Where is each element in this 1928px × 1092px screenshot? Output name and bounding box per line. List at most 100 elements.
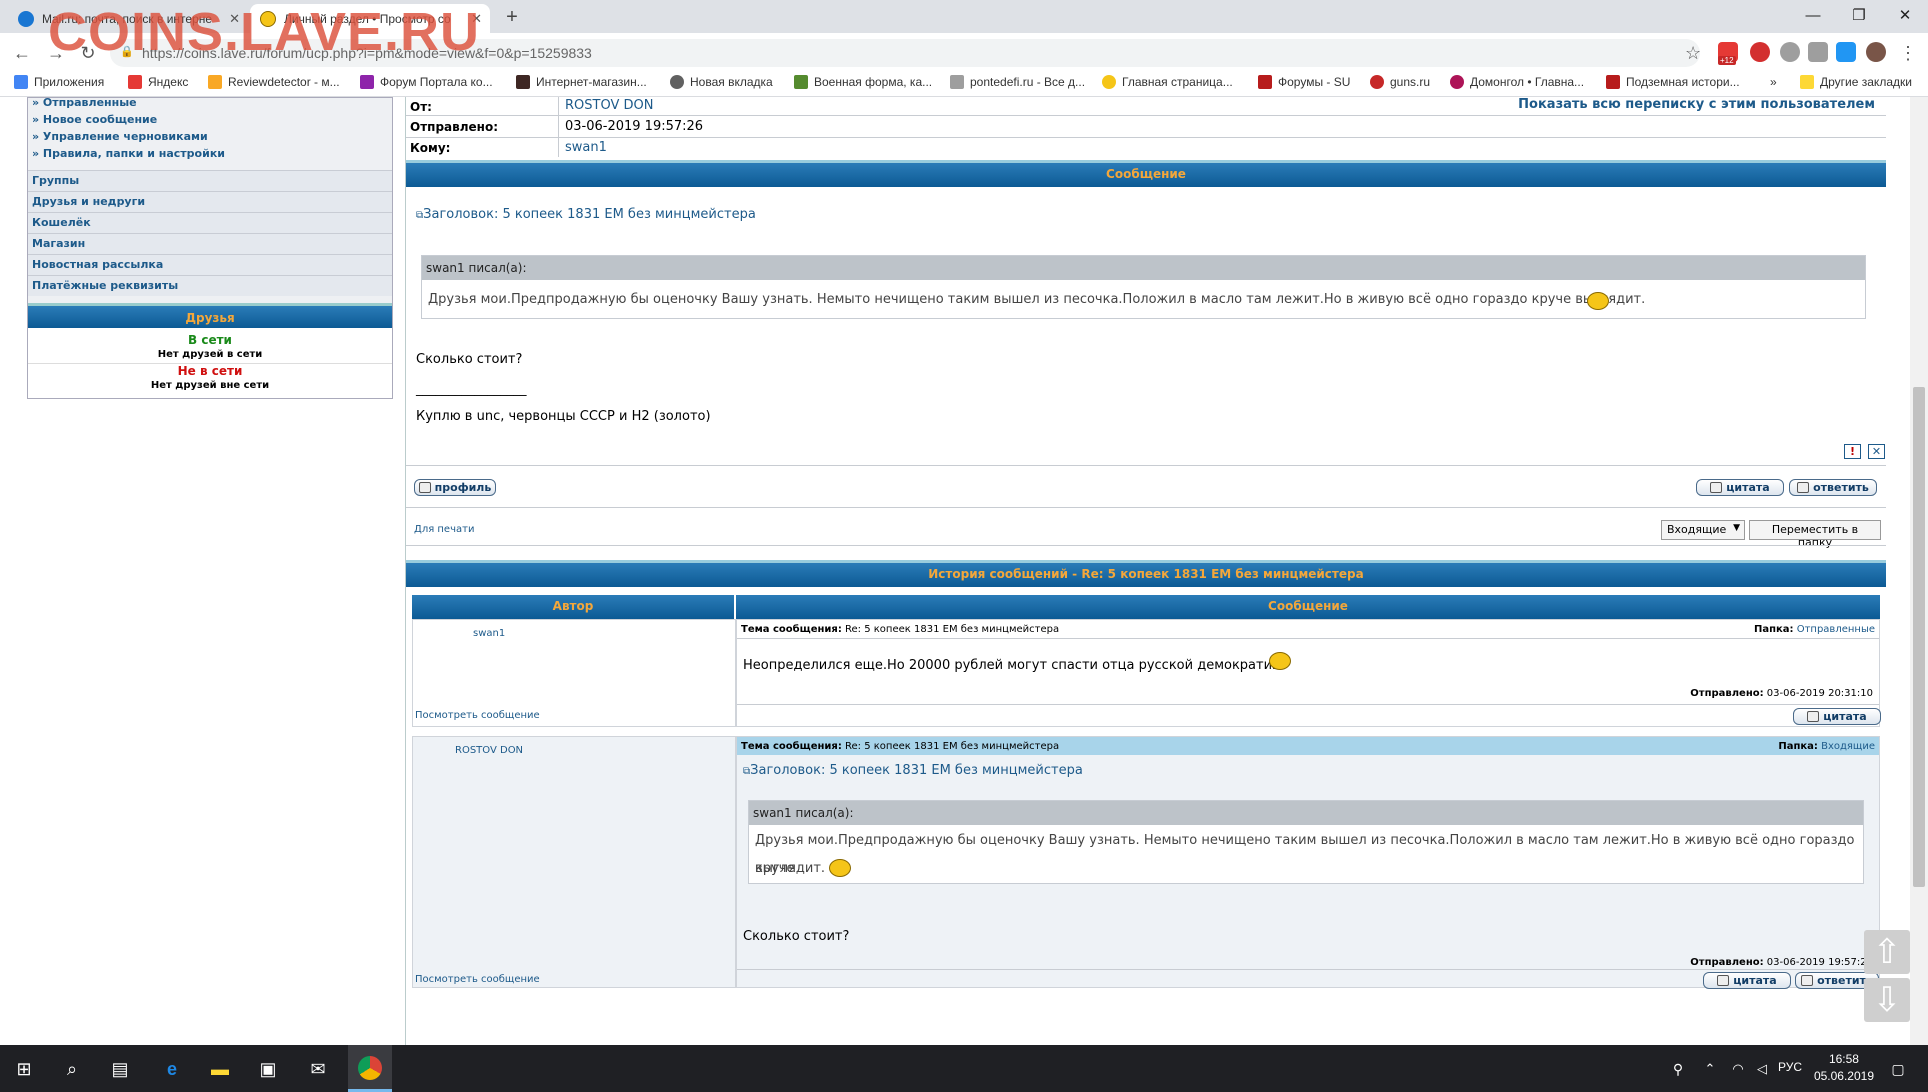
delete-button[interactable]: ✕: [1868, 444, 1885, 459]
bookmarks-more-chevron[interactable]: »: [1770, 75, 1777, 89]
friends-offline-label: Не в сети: [177, 364, 243, 378]
sidebar-link-drafts[interactable]: » Управление черновиками: [32, 130, 208, 143]
yandex-icon: [128, 75, 142, 89]
bookmark-forums-su[interactable]: Форумы - SU: [1258, 75, 1350, 89]
bookmark-label: Форум Портала ко...: [380, 75, 493, 89]
sidebar-item-groups[interactable]: Группы: [28, 170, 392, 191]
view-message-link[interactable]: Посмотреть сообщение: [415, 710, 540, 721]
sync-icon[interactable]: [1808, 42, 1828, 62]
bookmark-apps[interactable]: Приложения: [14, 75, 104, 89]
message-body: Сколько стоит?: [416, 352, 523, 367]
sidebar-item-shop[interactable]: Магазин: [28, 233, 392, 254]
volume-icon[interactable]: ◁: [1750, 1057, 1774, 1081]
scrollbar-thumb[interactable]: [1913, 387, 1925, 887]
bookmark-new-tab[interactable]: Новая вкладка: [670, 75, 773, 89]
quote-button[interactable]: цитата: [1793, 708, 1881, 725]
report-button[interactable]: !: [1844, 444, 1861, 459]
bookmark-underground[interactable]: Подземная истори...: [1606, 75, 1740, 89]
sidebar-item-payment[interactable]: Платёжные реквизиты: [28, 275, 392, 296]
friends-panel: В сети Нет друзей в сети Не в сети Нет д…: [28, 328, 392, 398]
divider: [406, 545, 1886, 546]
scroll-up-button[interactable]: ⇧: [1864, 930, 1910, 974]
history-author-link[interactable]: ROSTOV DON: [455, 745, 523, 756]
chevron-up-icon[interactable]: ⌃: [1698, 1057, 1722, 1081]
friends-offline-empty: Нет друзей вне сети: [150, 380, 270, 391]
bookmark-yandex[interactable]: Яндекс: [128, 75, 188, 89]
quote-icon: [1710, 482, 1723, 493]
system-clock[interactable]: 16:58 05.06.2019: [1814, 1051, 1874, 1085]
chrome-menu-icon[interactable]: ⋮: [1896, 41, 1920, 65]
page-scrollbar[interactable]: [1910, 97, 1928, 1045]
sidebar-link-rules[interactable]: » Правила, папки и настройки: [32, 147, 225, 160]
underground-icon: [1606, 75, 1620, 89]
bookmark-label: pontedefi.ru - Все д...: [970, 75, 1086, 89]
folder-link[interactable]: Входящие: [1821, 741, 1875, 752]
bookmark-main-page[interactable]: Главная страница...: [1102, 75, 1233, 89]
sent-value: 03-06-2019 20:31:10: [1766, 688, 1873, 699]
task-view-icon[interactable]: ▤: [108, 1057, 132, 1081]
bookmark-forum-portal[interactable]: Форум Портала ко...: [360, 75, 493, 89]
move-to-folder-button[interactable]: Переместить в папку: [1749, 520, 1881, 549]
profile-icon: [418, 482, 431, 493]
main-content: От: ROSTOV DON Показать всю переписку с …: [405, 97, 1886, 1045]
person-icon[interactable]: ⚲: [1666, 1057, 1690, 1081]
clock-date: 05.06.2019: [1813, 1069, 1874, 1083]
quote-text: Друзья мои.Предпродажную бы оценочку Ваш…: [428, 292, 1646, 307]
notifications-icon[interactable]: ▢: [1886, 1057, 1910, 1081]
mail-icon[interactable]: ✉: [306, 1057, 330, 1081]
bookmark-pontedefi[interactable]: pontedefi.ru - Все д...: [950, 75, 1085, 89]
folder-select[interactable]: Входящие ▼: [1661, 520, 1745, 540]
maximize-button[interactable]: ❐: [1836, 3, 1882, 29]
sidebar-item-friends-foes[interactable]: Друзья и недруги: [28, 191, 392, 212]
sidebar-link-new-message[interactable]: » Новое сообщение: [32, 113, 157, 126]
quote-button[interactable]: цитата: [1696, 479, 1784, 496]
profile-button[interactable]: профиль: [414, 479, 496, 496]
bookmark-reviewdetector[interactable]: Reviewdetector - м...: [208, 75, 340, 89]
print-link[interactable]: Для печати: [414, 524, 474, 535]
send-icon[interactable]: [1836, 42, 1856, 62]
smiley-icon: [829, 859, 851, 877]
to-user-link[interactable]: swan1: [565, 140, 607, 155]
scroll-down-button[interactable]: ⇩: [1864, 978, 1910, 1022]
folder-link[interactable]: Отправленные: [1797, 624, 1875, 635]
file-explorer-icon[interactable]: ▬: [208, 1057, 232, 1081]
search-icon[interactable]: ⌕: [60, 1057, 84, 1081]
folder-line: Папка: Отправленные: [1754, 624, 1875, 635]
history-author-link[interactable]: swan1: [473, 628, 505, 639]
bookmark-other[interactable]: Другие закладки: [1800, 75, 1912, 89]
opera-vpn-icon[interactable]: [1750, 42, 1770, 62]
windows-start-icon[interactable]: ⊞: [12, 1057, 36, 1081]
profile-avatar[interactable]: [1866, 42, 1886, 62]
chrome-taskbar-button[interactable]: [348, 1045, 392, 1092]
bookmark-shop[interactable]: Интернет-магазин...: [516, 75, 647, 89]
smiley-icon: [1269, 652, 1291, 670]
from-user-link[interactable]: ROSTOV DON: [565, 98, 653, 113]
network-icon[interactable]: ◠: [1726, 1057, 1750, 1081]
message-subject-link[interactable]: ⧉Заголовок: 5 копеек 1831 ЕМ без минцмей…: [416, 207, 756, 222]
bookmark-star-icon[interactable]: ☆: [1685, 43, 1701, 64]
new-tab-button[interactable]: +: [500, 6, 524, 30]
close-window-button[interactable]: ✕: [1882, 3, 1928, 29]
topic-line: Тема сообщения: Re: 5 копеек 1831 ЕМ без…: [741, 741, 1059, 752]
skype-icon[interactable]: [1780, 42, 1800, 62]
sidebar-link-sent[interactable]: » Отправленные: [32, 97, 137, 109]
sidebar-item-newsletter[interactable]: Новостная рассылка: [28, 254, 392, 275]
quote-button[interactable]: цитата: [1703, 972, 1791, 989]
mail-ru-favicon-icon: [18, 10, 34, 27]
sent-label: Отправлено:: [1690, 957, 1764, 968]
view-message-link[interactable]: Посмотреть сообщение: [415, 974, 540, 985]
sidebar-item-wallet[interactable]: Кошелёк: [28, 212, 392, 233]
bookmark-label: Яндекс: [148, 75, 189, 89]
back-button[interactable]: ←: [10, 41, 34, 65]
bookmark-guns[interactable]: guns.ru: [1370, 75, 1430, 89]
language-indicator[interactable]: РУС: [1778, 1060, 1802, 1074]
bookmark-military[interactable]: Военная форма, ка...: [794, 75, 932, 89]
chevron-down-icon: ▼: [1733, 523, 1740, 533]
reply-button[interactable]: ответить: [1789, 479, 1877, 496]
minimize-button[interactable]: —: [1790, 3, 1836, 29]
message-subject-link[interactable]: ⧉Заголовок: 5 копеек 1831 ЕМ без минцмей…: [743, 763, 1083, 778]
store-icon[interactable]: ▣: [256, 1057, 280, 1081]
bookmark-domongol[interactable]: Домонгол • Главна...: [1450, 75, 1584, 89]
show-conversation-link[interactable]: Показать всю переписку с этим пользовате…: [1518, 97, 1875, 112]
edge-icon[interactable]: e: [160, 1057, 184, 1081]
